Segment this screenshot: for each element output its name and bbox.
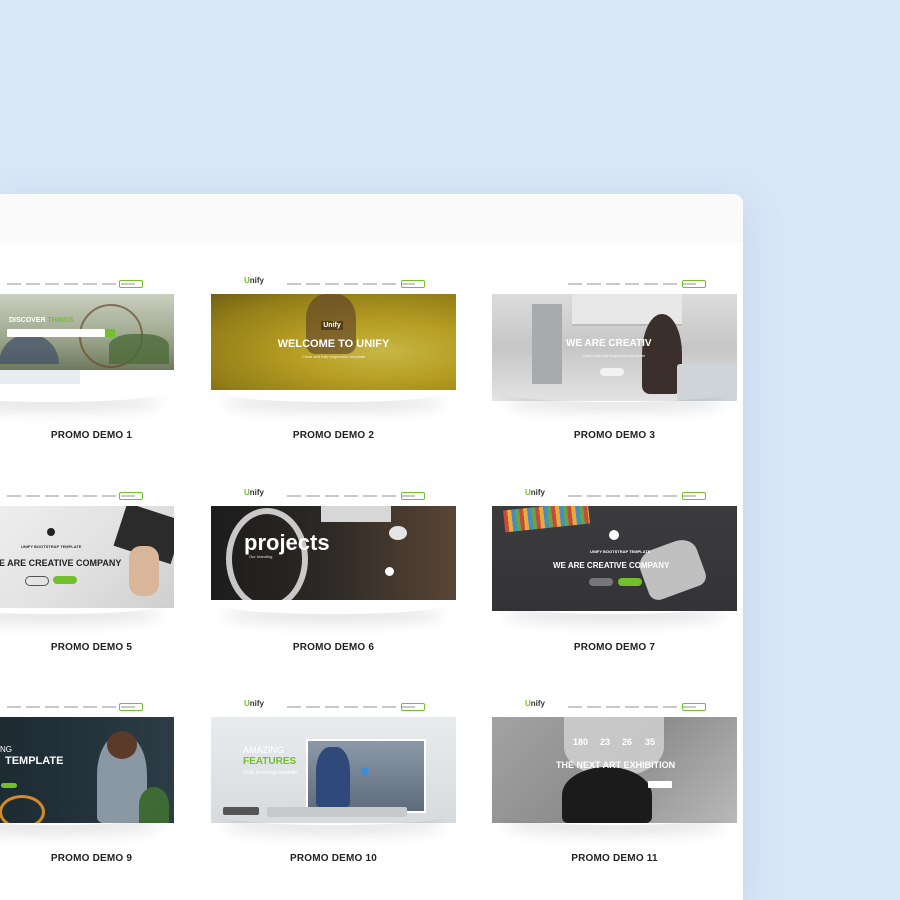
demo-hero-title: E ARE CREATIVE COMPANY	[0, 558, 122, 568]
demo-hero-subtitle: Clean and fully responsive template	[582, 353, 646, 358]
demo-kicker: UNIFY BOOTSTRAP TEMPLATE	[590, 549, 651, 554]
demo-caption[interactable]: PROMO DEMO 10	[211, 853, 456, 864]
countdown-value: 35	[645, 737, 656, 747]
demo-caption[interactable]: PROMO DEMO 7	[492, 642, 737, 653]
demo-logo: Unify	[321, 321, 343, 330]
demo-hero-top: AMAZING	[243, 745, 285, 755]
mini-navbar	[492, 278, 737, 294]
mini-navbar: Unify	[492, 699, 737, 717]
countdown-value: 26	[622, 737, 633, 747]
play-icon	[385, 567, 394, 576]
demo-kicker: UNIFY BOOTSTRAP TEMPLATE	[21, 544, 82, 549]
countdown-value: 180	[573, 737, 589, 747]
demo-caption[interactable]: PROMO DEMO 3	[492, 430, 737, 441]
demo-gallery-panel: DISCOVER THINGS PROMO DEMO 1 Unify Unify…	[0, 194, 743, 900]
play-icon	[609, 530, 619, 540]
demo-hero-title: WE ARE CREATIV	[566, 338, 652, 349]
demo-caption[interactable]: PROMO DEMO 1	[0, 430, 214, 441]
demo-caption[interactable]: PROMO DEMO 2	[211, 430, 456, 441]
demo-hero-top: NG	[0, 745, 12, 754]
mini-navbar	[0, 278, 174, 294]
demo-caption[interactable]: PROMO DEMO 5	[0, 642, 214, 653]
demo-hero-accent: THINGS	[47, 317, 74, 324]
panel-header-bar	[0, 194, 743, 242]
demo-preview-image[interactable]: UNIFY BOOTSTRAP TEMPLATE E ARE CREATIVE …	[0, 506, 174, 608]
demo-hero-title: WE ARE CREATIVE COMPANY	[553, 561, 670, 570]
demo-hero-title: DISCOVER	[9, 317, 46, 324]
mini-navbar: Unify	[211, 488, 456, 506]
demo-caption[interactable]: PROMO DEMO 9	[0, 853, 214, 864]
demo-hero-title: THE NEXT ART EXHIBITION	[556, 760, 676, 770]
demo-hero-title: FEATURES	[243, 756, 297, 767]
mini-navbar	[0, 490, 174, 506]
demo-hero-title: projects	[244, 530, 330, 555]
play-icon	[361, 767, 369, 775]
demo-hero-subtitle: Our branding	[249, 554, 273, 559]
demo-hero-title: WELCOME TO UNIFY	[277, 338, 390, 350]
demo-preview-image[interactable]: projects Our branding	[211, 506, 456, 600]
demo-hero-subtitle: Clean and fully responsive template	[301, 354, 366, 359]
mini-navbar: Unify	[211, 699, 456, 717]
mini-navbar: Unify	[492, 488, 737, 506]
demo-caption[interactable]: PROMO DEMO 11	[492, 853, 737, 864]
mini-navbar: Unify	[211, 276, 456, 294]
demo-hero-subtitle: Unify bootstrap template	[243, 770, 298, 776]
demo-hero-title: TEMPLATE	[5, 755, 64, 767]
play-icon	[47, 528, 55, 536]
countdown-value: 23	[600, 737, 611, 747]
demo-caption[interactable]: PROMO DEMO 6	[211, 642, 456, 653]
demo-preview-image[interactable]: Unify WELCOME TO UNIFY Clean and fully r…	[211, 294, 456, 390]
search-icon	[105, 329, 115, 337]
mini-navbar	[0, 701, 174, 717]
demo-preview-image[interactable]: DISCOVER THINGS	[0, 294, 174, 370]
